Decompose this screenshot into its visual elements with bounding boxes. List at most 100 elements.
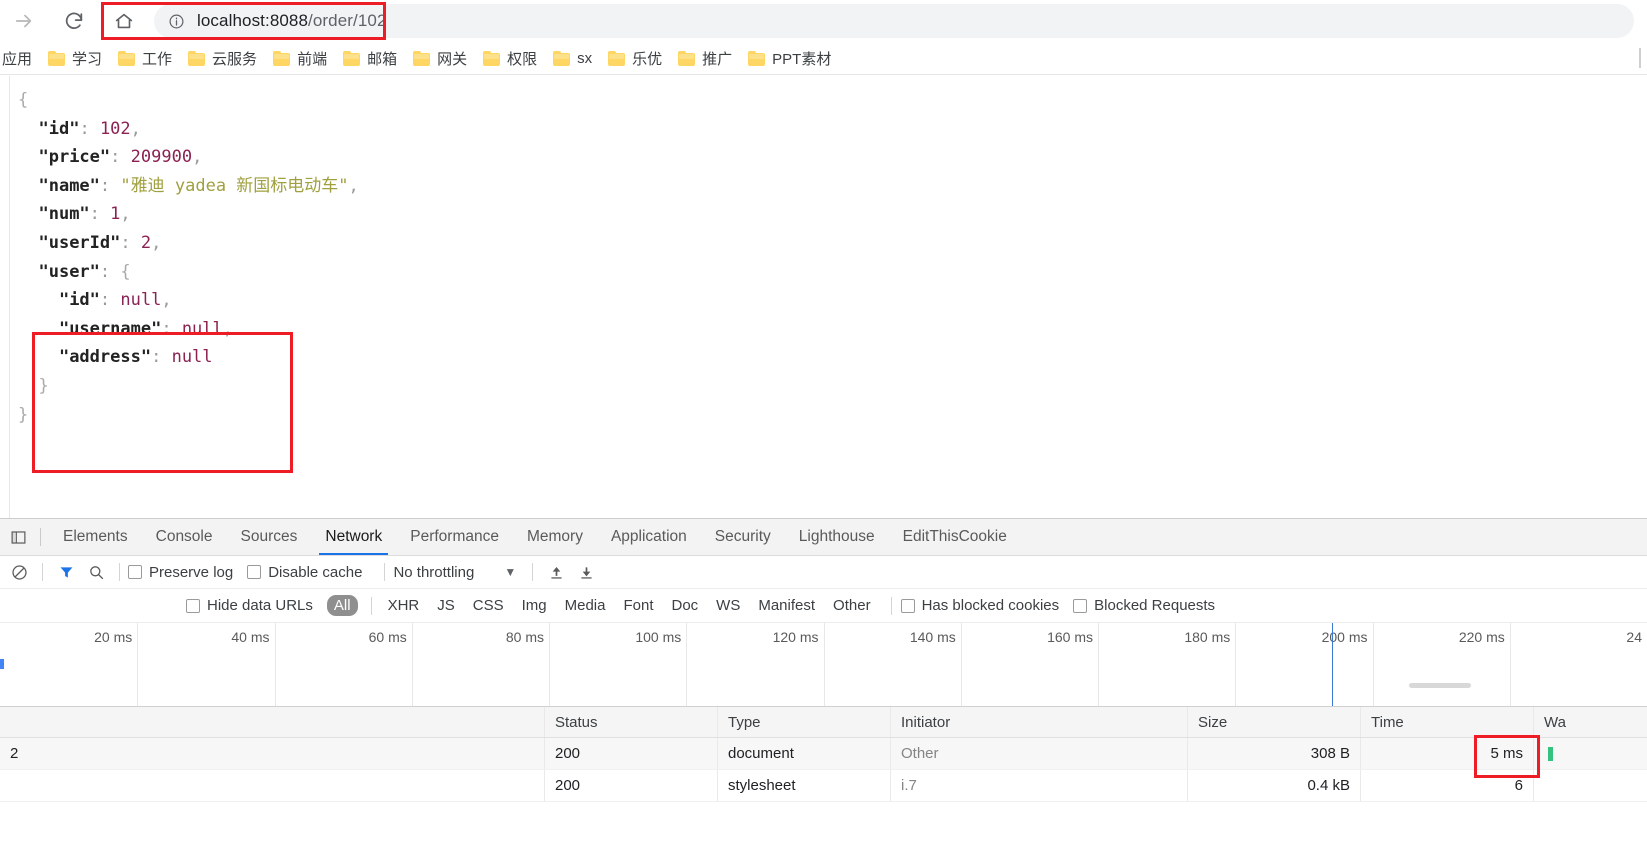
bookmark-folder-11[interactable]: PPT素材 — [741, 45, 838, 71]
type-filter-label: Img — [521, 597, 547, 614]
throttling-select[interactable]: No throttling ▼ — [393, 564, 516, 581]
type-filter-label: Manifest — [758, 597, 816, 614]
blocked-requests-checkbox[interactable]: Blocked Requests — [1073, 597, 1215, 614]
bookmark-folder-6[interactable]: 网关 — [406, 45, 474, 71]
tab-performance[interactable]: Performance — [396, 519, 513, 555]
type-filter-doc[interactable]: Doc — [664, 595, 705, 616]
type-filter-label: JS — [437, 597, 455, 614]
json-token-num: 2 — [140, 232, 152, 253]
bookmark-folder-8[interactable]: sx — [546, 45, 599, 71]
overview-tick: 100 ms — [635, 623, 688, 706]
type-filter-label: All — [333, 597, 351, 614]
bookmark-folder-4[interactable]: 前端 — [266, 45, 334, 71]
hide-data-urls-checkbox[interactable]: Hide data URLs — [186, 597, 313, 614]
tab-lighthouse[interactable]: Lighthouse — [785, 519, 889, 555]
folder-icon — [48, 50, 66, 66]
checkbox-box[interactable] — [186, 598, 200, 613]
type-filter-all[interactable]: All — [326, 595, 358, 616]
json-response-body: { "id": 102, "price": 209900, "name": "雅… — [18, 86, 359, 429]
reload-icon[interactable] — [56, 3, 92, 39]
json-token-punct: , — [348, 175, 359, 196]
preserve-log-label: Preserve log — [149, 563, 234, 581]
column-header-name[interactable] — [0, 707, 545, 737]
address-bar[interactable]: localhost:8088/order/102 — [154, 4, 1634, 38]
tab-label: Network — [325, 528, 383, 545]
forward-icon[interactable] — [6, 3, 42, 39]
json-token-key: "userId" — [38, 232, 121, 253]
preserve-log-checkbox[interactable]: Preserve log — [128, 564, 233, 581]
json-token-num: 102 — [99, 118, 131, 139]
bookmark-folder-2[interactable]: 工作 — [111, 45, 179, 71]
column-header-status[interactable]: Status — [545, 707, 718, 737]
tab-editthiscookie[interactable]: EditThisCookie — [889, 519, 1021, 555]
network-overview-timeline[interactable]: 20 ms 40 ms 60 ms 80 ms 100 ms 120 ms 140 ms 16… — [0, 623, 1647, 707]
type-filter-other[interactable]: Other — [826, 595, 878, 616]
cell-status: 200 — [545, 738, 718, 769]
cell-type: document — [718, 738, 891, 769]
type-filter-manifest[interactable]: Manifest — [751, 595, 822, 616]
url-text[interactable]: localhost:8088/order/102 — [197, 11, 387, 31]
dock-panel-icon[interactable] — [4, 523, 32, 551]
tab-console[interactable]: Console — [142, 519, 227, 555]
tab-sources[interactable]: Sources — [227, 519, 312, 555]
overview-scrollbar[interactable] — [1409, 683, 1471, 688]
overview-tick: 140 ms — [910, 623, 962, 706]
folder-icon — [608, 50, 626, 66]
tab-divider — [40, 528, 41, 546]
checkbox-box[interactable] — [128, 565, 142, 579]
bookmark-apps[interactable]: 应用 — [0, 45, 39, 71]
bookmark-folder-1[interactable]: 学习 — [41, 45, 109, 71]
disable-cache-checkbox[interactable]: Disable cache — [247, 564, 362, 581]
bookmark-label: 推广 — [702, 50, 733, 68]
column-header-initiator[interactable]: Initiator — [891, 707, 1188, 737]
type-filter-xhr[interactable]: XHR — [381, 595, 427, 616]
table-row[interactable]: 2 200 document Other 308 B 5 ms — [0, 738, 1647, 770]
tab-security[interactable]: Security — [701, 519, 785, 555]
page-info-icon[interactable] — [168, 13, 185, 30]
home-icon[interactable] — [106, 3, 142, 39]
folder-icon — [343, 50, 361, 66]
bookmark-folder-3[interactable]: 云服务 — [181, 45, 264, 71]
chevron-down-icon[interactable]: ▼ — [504, 565, 516, 579]
type-filter-media[interactable]: Media — [558, 595, 613, 616]
column-header-waterfall[interactable]: Wa — [1534, 707, 1647, 737]
clear-network-log-icon[interactable] — [4, 559, 34, 585]
overview-tick: 120 ms — [773, 623, 825, 706]
json-line: "userId": 2, — [18, 229, 359, 258]
bookmarks-overflow-icon[interactable] — [1639, 48, 1641, 68]
export-har-icon[interactable] — [571, 559, 601, 585]
toolbar-divider — [119, 563, 120, 581]
checkbox-box[interactable] — [1073, 598, 1088, 613]
type-filter-img[interactable]: Img — [515, 595, 554, 616]
bookmark-label: 工作 — [142, 50, 173, 68]
bookmark-folder-10[interactable]: 推广 — [671, 45, 739, 71]
overview-tick: 40 ms — [231, 623, 276, 706]
bookmark-folder-5[interactable]: 邮箱 — [336, 45, 404, 71]
search-icon[interactable] — [81, 559, 111, 585]
type-filter-ws[interactable]: WS — [709, 595, 747, 616]
type-filter-js[interactable]: JS — [430, 595, 462, 616]
column-header-type[interactable]: Type — [718, 707, 891, 737]
tab-network[interactable]: Network — [311, 519, 396, 555]
tab-application[interactable]: Application — [597, 519, 701, 555]
has-blocked-cookies-checkbox[interactable]: Has blocked cookies — [900, 597, 1059, 614]
checkbox-box[interactable] — [247, 565, 262, 579]
type-filter-font[interactable]: Font — [616, 595, 660, 616]
folder-icon — [678, 50, 696, 66]
import-har-icon[interactable] — [541, 559, 571, 585]
filter-icon[interactable] — [51, 559, 81, 585]
overview-tick-label: 200 ms — [1321, 629, 1368, 645]
waterfall-bar — [1548, 746, 1553, 761]
json-line: "username": null, — [18, 315, 359, 344]
table-row[interactable]: 200 stylesheet i.7 0.4 kB 6 — [0, 770, 1647, 802]
type-filter-label: WS — [716, 597, 741, 614]
column-header-size[interactable]: Size — [1188, 707, 1361, 737]
bookmark-folder-9[interactable]: 乐优 — [601, 45, 669, 71]
bookmark-folder-7[interactable]: 权限 — [476, 45, 544, 71]
type-filter-css[interactable]: CSS — [466, 595, 511, 616]
tab-elements[interactable]: Elements — [49, 519, 142, 555]
checkbox-box[interactable] — [900, 598, 915, 613]
column-header-time[interactable]: Time — [1361, 707, 1534, 737]
overview-tick-label: 140 ms — [909, 629, 956, 645]
tab-memory[interactable]: Memory — [513, 519, 597, 555]
